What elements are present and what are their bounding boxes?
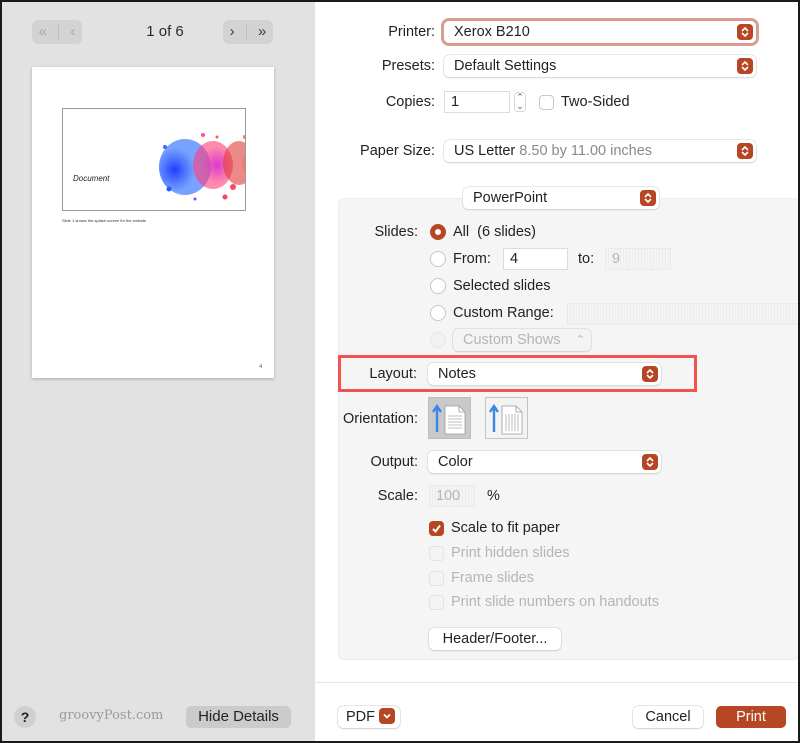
presets-label: Presets: xyxy=(381,58,435,74)
print-slide-numbers-checkbox[interactable] xyxy=(429,595,444,610)
copies-label: Copies: xyxy=(385,94,435,110)
nav-separator xyxy=(245,25,247,39)
updown-chevron-icon xyxy=(737,143,753,159)
copies-input[interactable]: 1 xyxy=(444,91,510,113)
landscape-orientation-button[interactable] xyxy=(485,397,528,439)
slide-title: Document xyxy=(73,174,110,183)
scale-input[interactable]: 100 xyxy=(429,485,475,507)
updown-chevron-icon xyxy=(737,58,753,74)
paper-size-detail: 8.50 by 11.00 inches xyxy=(519,143,653,159)
next-page-icon[interactable]: › xyxy=(228,20,237,44)
previous-page-icon[interactable]: ‹ xyxy=(68,20,77,44)
app-section-value: PowerPoint xyxy=(473,190,548,206)
scale-unit: % xyxy=(487,488,500,504)
orientation-label: Orientation: xyxy=(343,411,418,427)
print-slide-numbers-label: Print slide numbers on handouts xyxy=(451,594,659,610)
scale-label: Scale: xyxy=(377,488,418,504)
hide-details-button[interactable]: Hide Details xyxy=(186,706,291,728)
print-hidden-slides-checkbox[interactable] xyxy=(429,546,444,561)
slides-custom-shows-radio[interactable] xyxy=(430,332,446,348)
presets-select[interactable]: Default Settings xyxy=(444,55,756,77)
chevron-down-icon xyxy=(379,708,395,725)
first-page-icon[interactable]: « xyxy=(37,20,49,44)
frame-slides-label: Frame slides xyxy=(451,570,534,586)
last-page-icon[interactable]: » xyxy=(256,20,268,44)
custom-range-input[interactable] xyxy=(567,303,800,325)
paper-size-label: Paper Size: xyxy=(360,143,435,159)
landscape-orientation-icon xyxy=(489,403,523,435)
slides-all-radio[interactable] xyxy=(430,224,446,240)
paper-size-select[interactable]: US Letter 8.50 by 11.00 inches xyxy=(444,140,756,162)
help-button[interactable]: ? xyxy=(14,706,36,728)
app-settings-panel xyxy=(338,198,800,660)
printer-select[interactable]: Xerox B210 xyxy=(444,21,756,43)
output-value: Color xyxy=(438,454,473,470)
slides-selected-label: Selected slides xyxy=(453,278,551,294)
updown-chevron-icon xyxy=(640,190,656,206)
output-label: Output: xyxy=(370,454,418,470)
two-sided-label: Two-Sided xyxy=(561,94,630,110)
app-section-select[interactable]: PowerPoint xyxy=(463,187,659,209)
slides-from-input[interactable]: 4 xyxy=(503,248,568,270)
output-select[interactable]: Color xyxy=(428,451,661,473)
preview-pane: « ‹ 1 of 6 › » Document Slide 1 shows th… xyxy=(0,0,315,743)
slides-to-input[interactable]: 9 xyxy=(605,248,671,270)
portrait-orientation-icon xyxy=(432,403,466,435)
slide-notes-text: Slide 1 shows the splash screen for the … xyxy=(62,218,147,223)
printer-label: Printer: xyxy=(388,24,435,40)
updown-chevron-icon xyxy=(737,24,753,40)
next-nav-group: › » xyxy=(223,20,273,44)
slides-selected-radio[interactable] xyxy=(430,278,446,294)
nav-separator xyxy=(58,25,60,39)
slides-custom-range-label: Custom Range: xyxy=(453,305,554,321)
watermark: groovyPost.com xyxy=(59,708,164,723)
printer-value: Xerox B210 xyxy=(454,24,530,40)
page-number: 4 xyxy=(259,364,262,370)
scale-to-fit-label: Scale to fit paper xyxy=(451,520,560,536)
print-button[interactable]: Print xyxy=(716,706,786,728)
checkmark-icon xyxy=(432,524,441,534)
footer-divider xyxy=(315,682,800,683)
slides-custom-range-radio[interactable] xyxy=(430,305,446,321)
cancel-button[interactable]: Cancel xyxy=(633,706,703,728)
page-indicator: 1 of 6 xyxy=(146,23,184,40)
paint-splash-image xyxy=(159,133,245,201)
updown-chevron-icon xyxy=(642,454,658,470)
pdf-label: PDF xyxy=(346,709,375,725)
print-hidden-slides-label: Print hidden slides xyxy=(451,545,570,561)
slides-all-label: All (6 slides) xyxy=(453,224,536,240)
slide-thumbnail: Document xyxy=(62,108,246,211)
portrait-orientation-button[interactable] xyxy=(428,397,471,439)
previous-nav-group: « ‹ xyxy=(32,20,82,44)
paper-size-value: US Letter xyxy=(454,143,516,159)
two-sided-checkbox[interactable] xyxy=(539,95,554,110)
slides-label: Slides: xyxy=(374,224,418,240)
frame-slides-checkbox[interactable] xyxy=(429,571,444,586)
presets-value: Default Settings xyxy=(454,58,557,74)
slides-from-radio[interactable] xyxy=(430,251,446,267)
page-preview: Document Slide 1 shows the splash screen… xyxy=(32,67,274,378)
slides-from-label: From: xyxy=(453,251,491,267)
custom-shows-select[interactable]: Custom Shows ⌃ xyxy=(453,329,591,351)
slides-to-label: to: xyxy=(578,251,595,267)
header-footer-button[interactable]: Header/Footer... xyxy=(429,628,561,650)
custom-shows-value: Custom Shows xyxy=(463,332,561,348)
copies-stepper[interactable]: ⌃ ⌄ xyxy=(514,92,526,112)
pdf-menu-button[interactable]: PDF xyxy=(338,706,400,728)
layout-highlight-annotation xyxy=(338,355,697,392)
scale-to-fit-checkbox[interactable] xyxy=(429,521,444,536)
updown-chevron-icon: ⌃ xyxy=(575,334,585,346)
